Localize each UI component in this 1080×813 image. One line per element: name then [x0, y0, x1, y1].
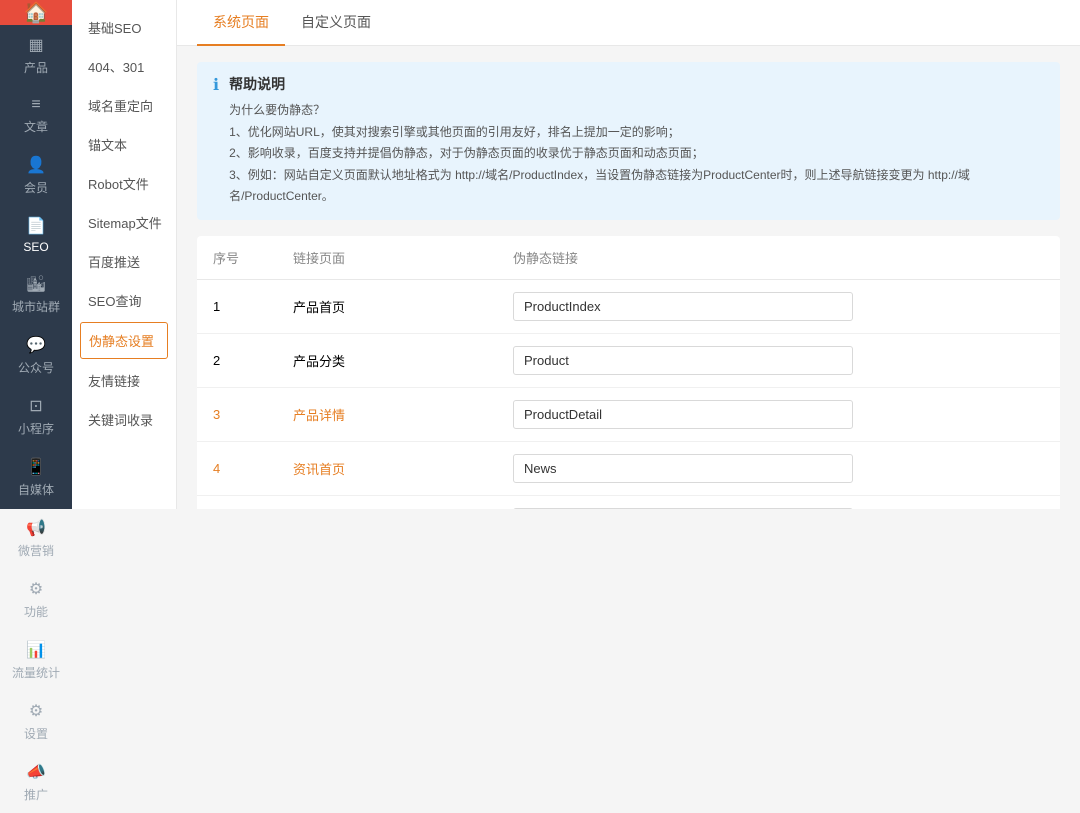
- help-content: 帮助说明 为什么要伪静态？ 1、优化网站URL，使其对搜索引擎或其他页面的引用友…: [229, 74, 1044, 208]
- table-cell-pseudo: [497, 387, 1060, 441]
- functions-icon: ⚙: [29, 579, 43, 599]
- sidebar-item-settings-label: 设置: [24, 725, 48, 742]
- pseudo-static-input[interactable]: [513, 346, 853, 375]
- stats-icon: 📊: [26, 640, 46, 660]
- tab-system-pages[interactable]: 系统页面: [197, 0, 285, 46]
- citygroup-icon: 🏙: [26, 274, 46, 294]
- main-content: 系统页面 自定义页面 ℹ 帮助说明 为什么要伪静态？ 1、优化网站URL，使其对…: [177, 0, 1080, 509]
- col-header-pseudo: 伪静态链接: [497, 236, 1060, 280]
- sidebar-item-media[interactable]: 📱 自媒体: [0, 447, 72, 508]
- sub-sidebar-item-404-301[interactable]: 404、301: [72, 47, 176, 86]
- sidebar-item-articles[interactable]: ≡ 文章: [0, 86, 72, 145]
- sub-sidebar-item-seo-query[interactable]: SEO查询: [72, 281, 176, 320]
- sidebar-item-stats-label: 流量统计: [12, 664, 60, 681]
- table-cell-no: 4: [197, 441, 277, 495]
- sidebar-item-stats[interactable]: 📊 流量统计: [0, 630, 72, 691]
- table-cell-pseudo: [497, 441, 1060, 495]
- sidebar-item-functions-label: 功能: [24, 603, 48, 620]
- table-cell-pseudo: [497, 279, 1060, 333]
- marketing-icon: 📢: [26, 518, 46, 538]
- content-area: ℹ 帮助说明 为什么要伪静态？ 1、优化网站URL，使其对搜索引擎或其他页面的引…: [177, 46, 1080, 509]
- sidebar-item-articles-label: 文章: [24, 118, 48, 135]
- table-cell-no: 1: [197, 279, 277, 333]
- members-icon: 👤: [26, 155, 46, 175]
- sidebar-item-miniprogram[interactable]: ⊡ 小程序: [0, 386, 72, 447]
- sidebar-item-promotion[interactable]: 📣 推广: [0, 752, 72, 813]
- sidebar-item-products[interactable]: ▦ 产品: [0, 25, 72, 86]
- sidebar-item-members-label: 会员: [24, 179, 48, 196]
- sub-sidebar-item-friendly-links[interactable]: 友情链接: [72, 361, 176, 400]
- sidebar-logo[interactable]: 🏠: [0, 0, 72, 25]
- sidebar-item-wechat-label: 公众号: [18, 359, 54, 376]
- sidebar-item-miniprogram-label: 小程序: [18, 420, 54, 437]
- pseudo-static-input[interactable]: [513, 454, 853, 483]
- home-icon: 🏠: [24, 0, 49, 25]
- sidebar-item-products-label: 产品: [24, 59, 48, 76]
- sidebar-item-functions[interactable]: ⚙ 功能: [0, 569, 72, 630]
- table-cell-page: 产品详情: [277, 387, 497, 441]
- table-cell-page: 产品首页: [277, 279, 497, 333]
- sidebar-item-settings[interactable]: ⚙ 设置: [0, 691, 72, 752]
- sidebar-item-marketing[interactable]: 📢 微营销: [0, 508, 72, 569]
- media-icon: 📱: [26, 457, 46, 477]
- table-cell-pseudo: [497, 333, 1060, 387]
- sidebar-item-media-label: 自媒体: [18, 481, 54, 498]
- sub-sidebar: 基础SEO 404、301 域名重定向 锚文本 Robot文件 Sitemap文…: [72, 0, 177, 509]
- table-row: 5资讯分类: [197, 495, 1060, 509]
- sidebar-item-marketing-label: 微营销: [18, 542, 54, 559]
- table-cell-page: 资讯首页: [277, 441, 497, 495]
- pseudo-static-input[interactable]: [513, 292, 853, 321]
- help-line-0: 为什么要伪静态？: [229, 100, 1044, 122]
- pseudo-static-table: 序号 链接页面 伪静态链接 1产品首页2产品分类3产品详情4资讯首页5资讯分类: [197, 236, 1060, 509]
- table-cell-page: 产品分类: [277, 333, 497, 387]
- table-row: 2产品分类: [197, 333, 1060, 387]
- table-row: 4资讯首页: [197, 441, 1060, 495]
- sidebar-item-promotion-label: 推广: [24, 786, 48, 803]
- tab-custom-pages[interactable]: 自定义页面: [285, 0, 387, 46]
- sub-sidebar-item-robots[interactable]: Robot文件: [72, 164, 176, 203]
- sub-sidebar-item-basic-seo[interactable]: 基础SEO: [72, 8, 176, 47]
- help-line-1: 1、优化网站URL，使其对搜索引擎或其他页面的引用友好，排名上提加一定的影响；: [229, 122, 1044, 144]
- help-title: 帮助说明: [229, 74, 1044, 94]
- sidebar-item-seo[interactable]: 📄 SEO: [0, 206, 72, 264]
- table-cell-no: 5: [197, 495, 277, 509]
- pseudo-static-input[interactable]: [513, 400, 853, 429]
- table-cell-pseudo: [497, 495, 1060, 509]
- promotion-icon: 📣: [26, 762, 46, 782]
- help-text: 为什么要伪静态？ 1、优化网站URL，使其对搜索引擎或其他页面的引用友好，排名上…: [229, 100, 1044, 208]
- tabs-bar: 系统页面 自定义页面: [177, 0, 1080, 46]
- wechat-icon: 💬: [26, 335, 46, 355]
- help-line-3: 3、例如：网站自定义页面默认地址格式为 http://域名/ProductInd…: [229, 165, 1044, 208]
- sidebar-item-citygroup-label: 城市站群: [12, 298, 60, 315]
- sidebar-item-citygroup[interactable]: 🏙 城市站群: [0, 264, 72, 325]
- help-box: ℹ 帮助说明 为什么要伪静态？ 1、优化网站URL，使其对搜索引擎或其他页面的引…: [197, 62, 1060, 220]
- sub-sidebar-item-keyword-collect[interactable]: 关键词收录: [72, 400, 176, 439]
- settings-icon: ⚙: [29, 701, 43, 721]
- sub-sidebar-item-pseudo-static[interactable]: 伪静态设置: [80, 322, 168, 359]
- sub-sidebar-item-sitemap[interactable]: Sitemap文件: [72, 203, 176, 242]
- sidebar-item-wechat[interactable]: 💬 公众号: [0, 325, 72, 386]
- table-cell-page: 资讯分类: [277, 495, 497, 509]
- sub-sidebar-item-anchor-text[interactable]: 锚文本: [72, 125, 176, 164]
- table-cell-no: 3: [197, 387, 277, 441]
- miniprogram-icon: ⊡: [29, 396, 42, 416]
- articles-icon: ≡: [31, 96, 40, 114]
- table-cell-no: 2: [197, 333, 277, 387]
- sub-sidebar-item-domain-redirect[interactable]: 域名重定向: [72, 86, 176, 125]
- help-line-2: 2、影响收录，百度支持并提倡伪静态，对于伪静态页面的收录优于静态页面和动态页面；: [229, 143, 1044, 165]
- sidebar: 🏠 ▦ 产品 ≡ 文章 👤 会员 📄 SEO 🏙 城市站群 💬 公众号 ⊡ 小程…: [0, 0, 72, 509]
- info-icon: ℹ: [213, 75, 219, 208]
- table-row: 3产品详情: [197, 387, 1060, 441]
- sidebar-item-members[interactable]: 👤 会员: [0, 145, 72, 206]
- col-header-no: 序号: [197, 236, 277, 280]
- products-icon: ▦: [28, 35, 43, 55]
- seo-icon: 📄: [26, 216, 46, 236]
- table-row: 1产品首页: [197, 279, 1060, 333]
- sidebar-item-seo-label: SEO: [23, 240, 48, 254]
- sub-sidebar-item-baidu-push[interactable]: 百度推送: [72, 242, 176, 281]
- col-header-page: 链接页面: [277, 236, 497, 280]
